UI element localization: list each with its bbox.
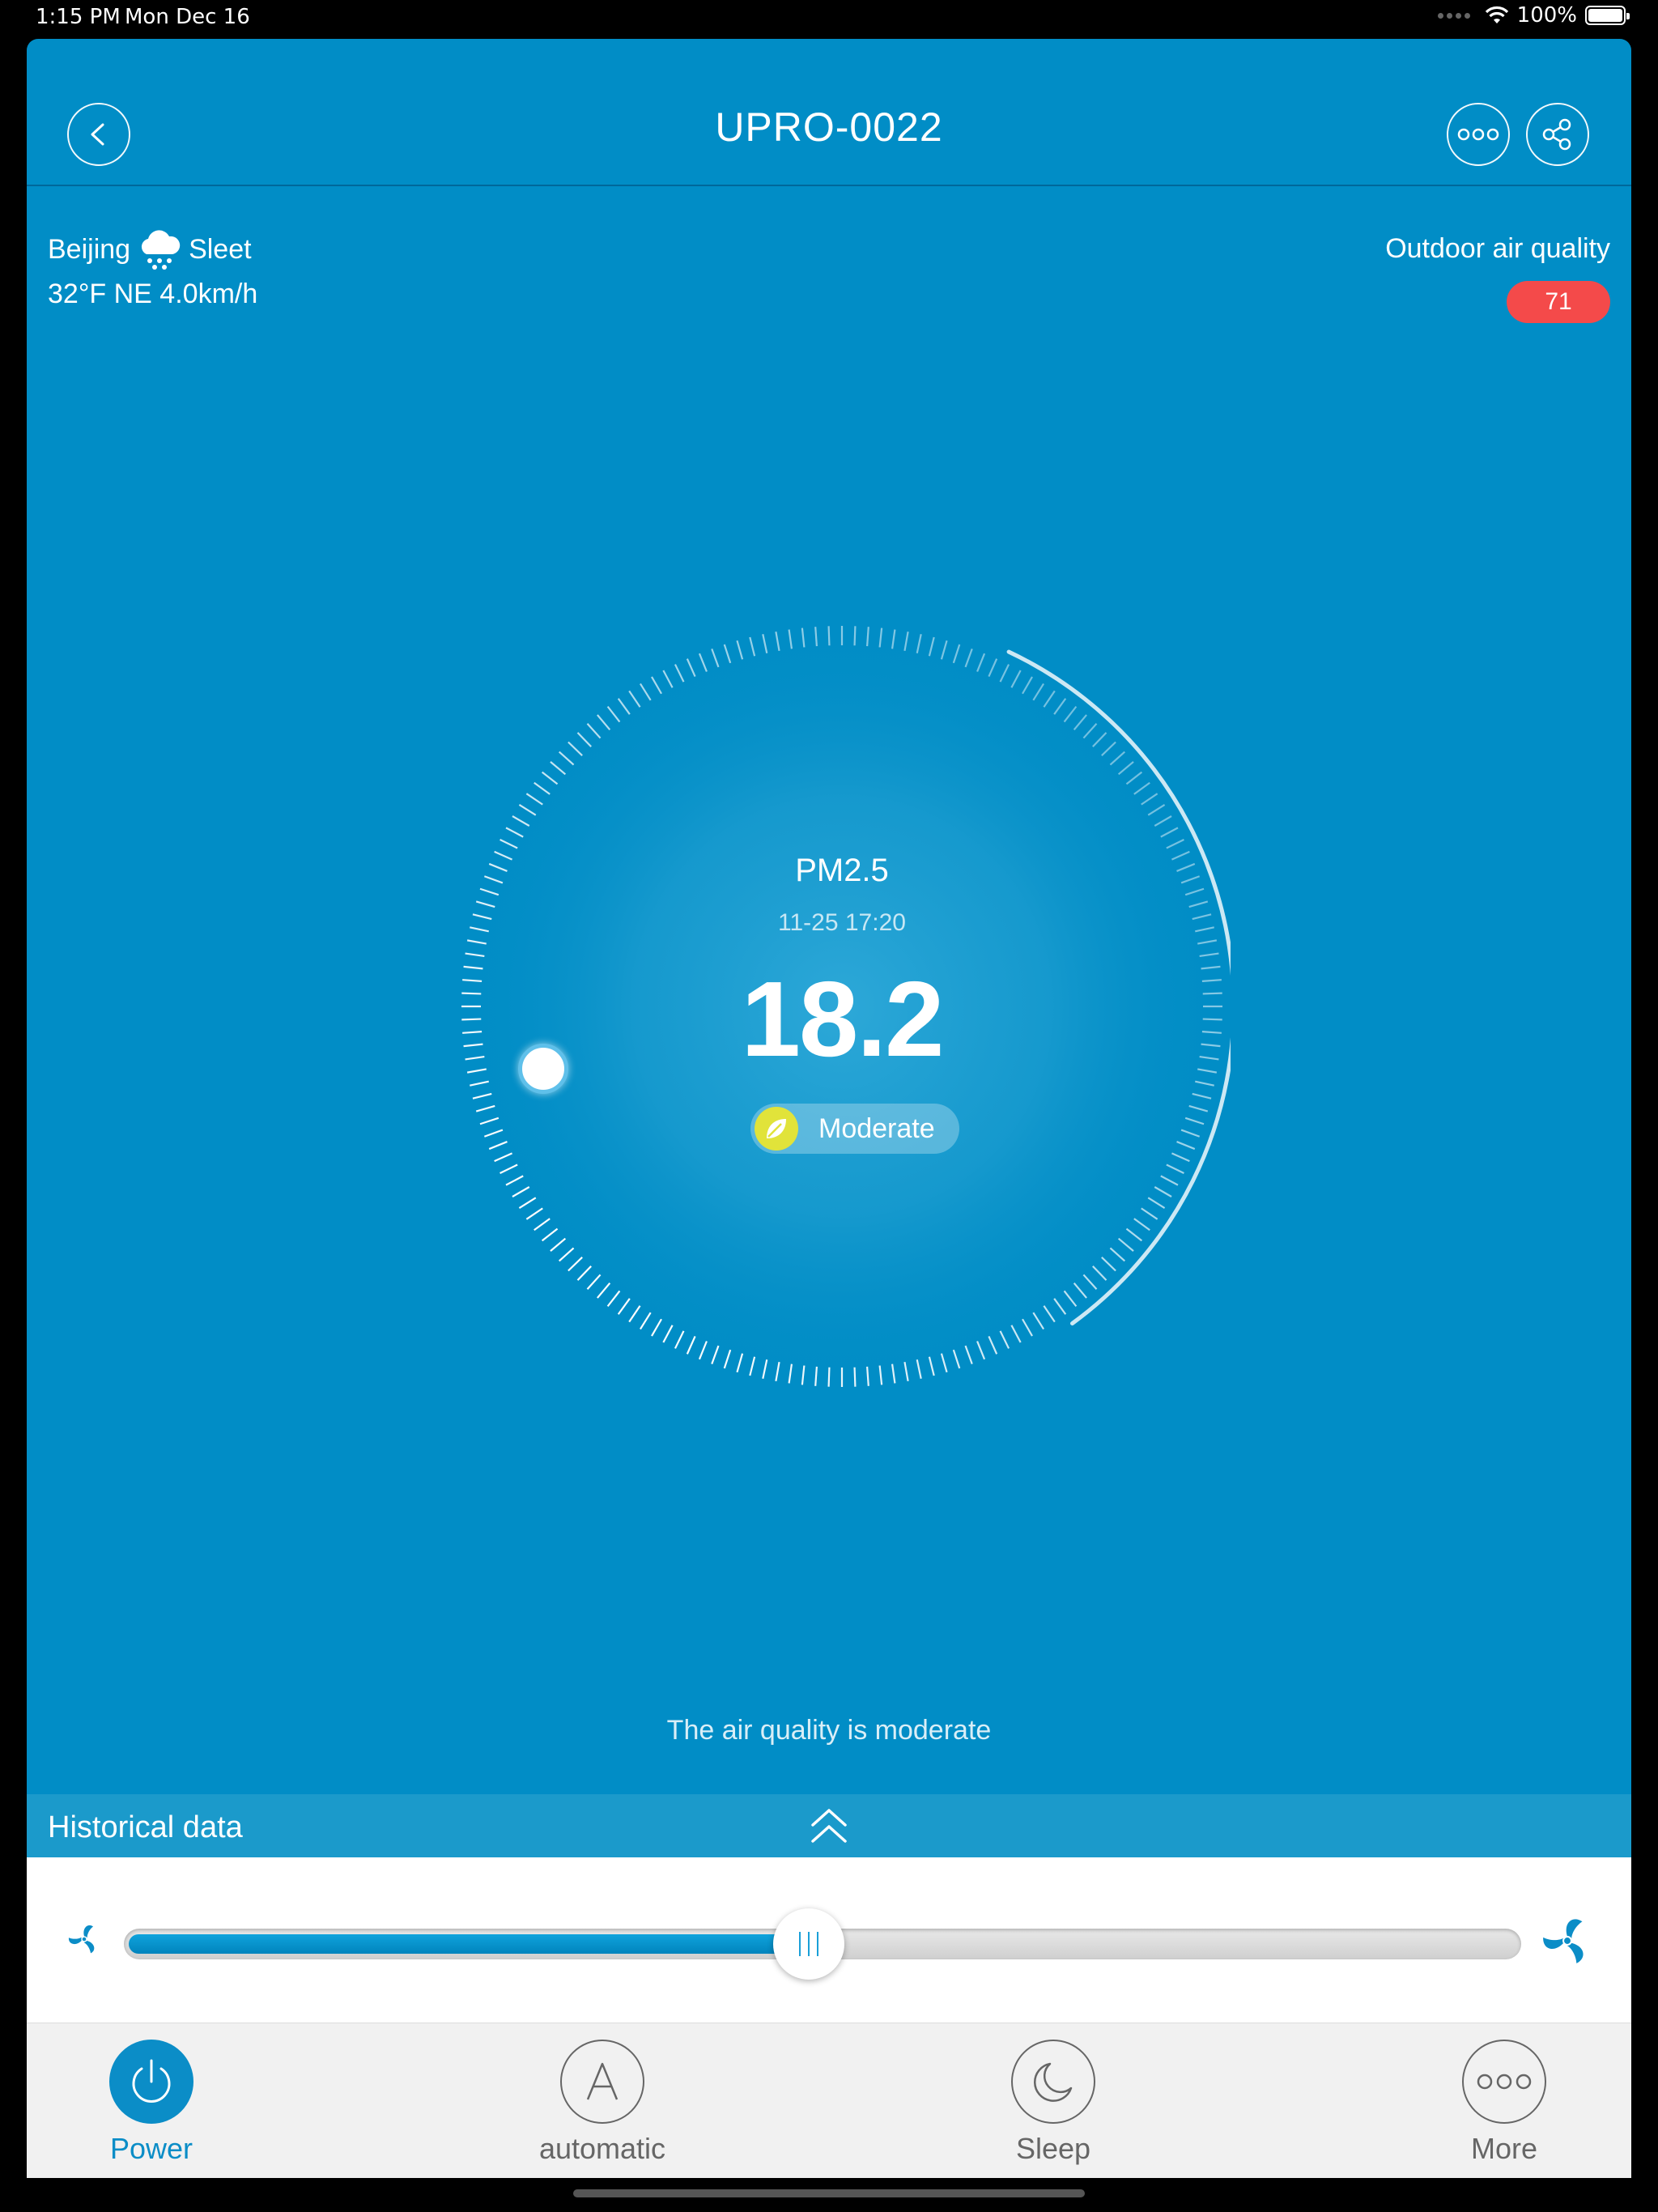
more-options-button[interactable] xyxy=(1447,103,1510,166)
bottom-tab-bar: Power automatic Sleep More xyxy=(27,2023,1631,2178)
tab-power-label: Power xyxy=(109,2132,193,2165)
aqi-badge: 71 xyxy=(1507,281,1610,323)
outdoor-air-quality: Outdoor air quality 71 xyxy=(1385,233,1610,323)
more-icon xyxy=(1462,2040,1546,2124)
fan-low-icon xyxy=(68,1925,95,1954)
tab-sleep[interactable]: Sleep xyxy=(972,2040,1134,2166)
weather-info: Beijing Sleet 32°F NE 4.0km/h xyxy=(48,225,257,310)
battery-percent: 100% xyxy=(1516,3,1577,28)
status-badge: Moderate xyxy=(750,1104,959,1154)
wifi-icon xyxy=(1485,6,1508,23)
reading-timestamp: 11-25 17:20 xyxy=(778,909,906,936)
double-chevron-up-icon[interactable] xyxy=(808,1806,850,1848)
sleet-icon xyxy=(142,230,181,270)
share-icon xyxy=(1542,118,1571,151)
tab-power[interactable]: Power xyxy=(70,2040,232,2166)
tab-more[interactable]: More xyxy=(1423,2040,1585,2166)
fan-speed-fill xyxy=(129,1934,809,1954)
leaf-icon xyxy=(755,1107,798,1151)
status-label: Moderate xyxy=(818,1112,935,1144)
app-screen: UPRO-0022 Beijing Sleet 32°F NE 4.0km/h … xyxy=(27,39,1631,2178)
power-icon xyxy=(109,2040,193,2124)
historical-label: Historical data xyxy=(48,1810,243,1844)
historical-data-bar[interactable]: Historical data xyxy=(27,1794,1631,1857)
air-quality-message: The air quality is moderate xyxy=(666,1715,992,1746)
status-time: 1:15 PM xyxy=(36,5,121,29)
gauge-tick xyxy=(853,626,857,646)
tab-more-label: More xyxy=(1470,2132,1538,2165)
page-title: UPRO-0022 xyxy=(715,104,943,150)
fan-speed-panel xyxy=(27,1857,1631,2023)
automatic-icon xyxy=(560,2040,644,2124)
gauge-knob[interactable] xyxy=(518,1044,568,1094)
battery-icon xyxy=(1585,6,1630,25)
status-date: Mon Dec 16 xyxy=(125,5,250,29)
pm25-gauge: PM2.5 11-25 17:20 18.2 Moderate xyxy=(453,618,1236,1395)
gauge-tick xyxy=(827,626,831,646)
gauge-tick xyxy=(827,1367,831,1387)
weather-city: Beijing xyxy=(48,233,131,265)
status-bar: 1:15 PM Mon Dec 16 100% xyxy=(0,0,1658,36)
home-indicator xyxy=(573,2189,1085,2197)
share-button[interactable] xyxy=(1526,103,1589,166)
tab-automatic-label: automatic xyxy=(538,2132,666,2165)
tab-sleep-label: Sleep xyxy=(1015,2132,1091,2165)
fan-speed-thumb[interactable] xyxy=(773,1908,844,1980)
moon-icon xyxy=(1011,2040,1095,2124)
header-bar: UPRO-0022 xyxy=(27,39,1631,186)
fan-speed-slider[interactable] xyxy=(124,1908,1521,1980)
fan-high-icon xyxy=(1543,1919,1584,1963)
signal-dots-icon xyxy=(1437,12,1470,19)
status-right: 100% xyxy=(1437,3,1630,28)
tab-automatic[interactable]: automatic xyxy=(521,2040,683,2166)
weather-condition: Sleet xyxy=(189,233,252,265)
pm25-value: 18.2 xyxy=(741,959,945,1078)
weather-details: 32°F NE 4.0km/h xyxy=(48,279,258,309)
ellipsis-icon xyxy=(1457,128,1499,141)
gauge-tick xyxy=(853,1367,857,1387)
outdoor-label: Outdoor air quality xyxy=(1385,233,1610,264)
pollutant-label: PM2.5 xyxy=(795,853,889,888)
